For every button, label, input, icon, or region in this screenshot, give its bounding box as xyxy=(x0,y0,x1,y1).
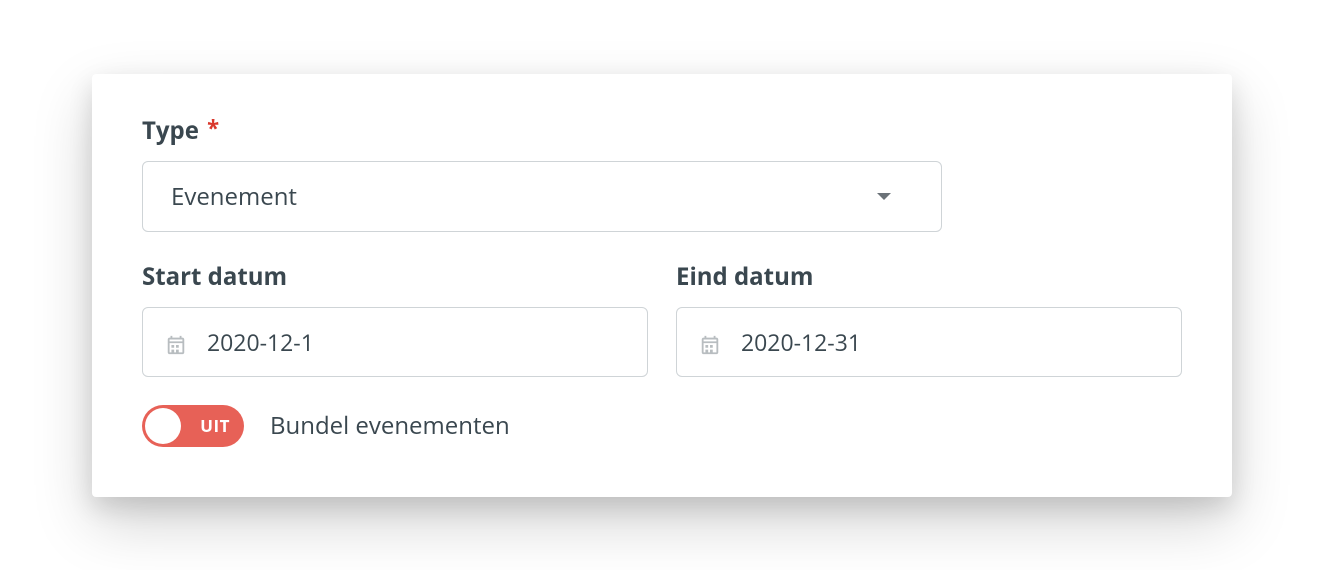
type-label: Type * xyxy=(142,114,1182,147)
required-marker: * xyxy=(207,113,219,143)
bundle-toggle-label: Bundel evenementen xyxy=(270,409,510,442)
toggle-state-text: UIT xyxy=(200,414,230,437)
end-date-input[interactable]: 2020-12-31 xyxy=(676,307,1182,377)
calendar-icon xyxy=(699,331,721,353)
start-date-input[interactable]: 2020-12-1 xyxy=(142,307,648,377)
toggle-knob xyxy=(145,408,181,444)
start-date-label: Start datum xyxy=(142,260,648,293)
start-date-col: Start datum 2020-12-1 xyxy=(142,260,648,377)
type-select-value: Evenement xyxy=(171,180,297,213)
form-card: Type * Evenement Start datum 2020-12-1 E… xyxy=(92,74,1232,497)
bundle-toggle-row: UIT Bundel evenementen xyxy=(142,405,1182,447)
type-label-text: Type xyxy=(142,114,199,147)
calendar-icon xyxy=(165,331,187,353)
type-select[interactable]: Evenement xyxy=(142,161,942,232)
bundle-toggle[interactable]: UIT xyxy=(142,405,244,447)
chevron-down-icon xyxy=(877,193,891,200)
end-date-label: Eind datum xyxy=(676,260,1182,293)
end-date-col: Eind datum 2020-12-31 xyxy=(676,260,1182,377)
type-select-wrap: Evenement xyxy=(142,161,942,232)
end-date-value: 2020-12-31 xyxy=(741,326,861,358)
start-date-value: 2020-12-1 xyxy=(207,326,314,358)
date-row: Start datum 2020-12-1 Eind datum 2020-12… xyxy=(142,260,1182,377)
